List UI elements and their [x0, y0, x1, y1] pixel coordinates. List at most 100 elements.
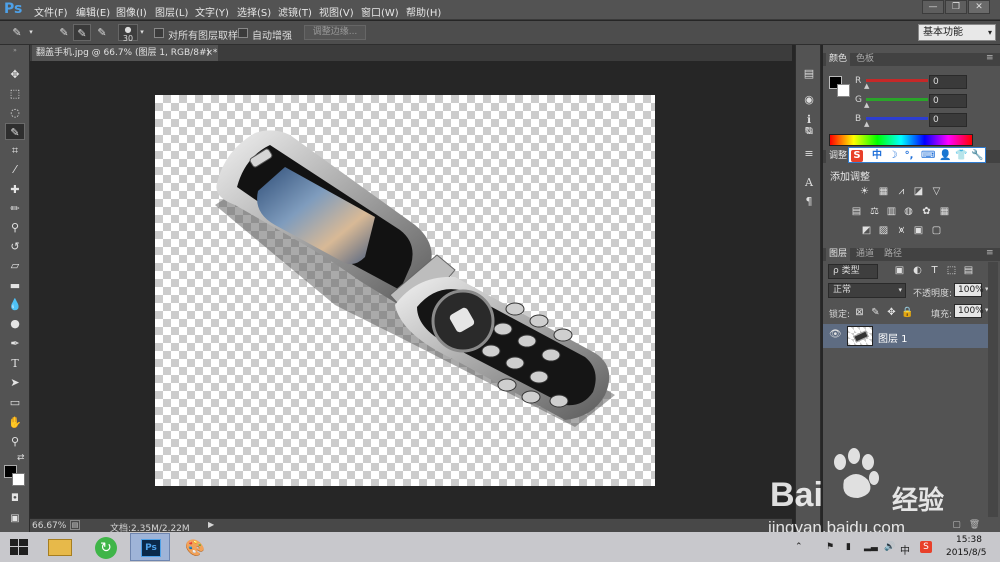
levels-adjustment-icon[interactable]: ▦: [877, 186, 890, 198]
brightness-adjustment-icon[interactable]: ☀: [858, 186, 871, 198]
paint-taskbar-button[interactable]: 🎨: [175, 533, 215, 561]
file-explorer-taskbar-button[interactable]: [40, 533, 80, 561]
gradient-tool-icon[interactable]: ▬: [5, 277, 25, 294]
toolbox-collapse-icon[interactable]: »: [5, 47, 25, 55]
tab-color[interactable]: 颜色: [826, 53, 851, 66]
taskbar-date[interactable]: 2015/8/5: [946, 548, 986, 558]
paragraph-panel-icon[interactable]: ¶: [800, 193, 818, 211]
marquee-tool-icon[interactable]: ⬚: [5, 85, 25, 102]
restore-button[interactable]: ❐: [945, 0, 967, 14]
lock-image-icon[interactable]: ✎: [869, 307, 882, 319]
document-canvas[interactable]: [155, 95, 655, 486]
layer-name[interactable]: 图层 1: [878, 330, 908, 345]
type-tool-icon[interactable]: T: [5, 355, 25, 372]
sogou-logo-icon[interactable]: S: [851, 150, 863, 162]
menu-select[interactable]: 选择(S): [237, 4, 271, 19]
fill-field[interactable]: 100%: [954, 304, 984, 318]
filter-smart-object-icon[interactable]: ▤: [962, 265, 975, 277]
ime-user-icon[interactable]: 👤: [939, 150, 951, 162]
layer-row[interactable]: 👁 图层 1: [823, 324, 988, 348]
ime-indicator[interactable]: 中: [900, 542, 910, 557]
tab-adjustments[interactable]: 调整: [826, 150, 851, 163]
ime-skin-icon[interactable]: 👕: [955, 150, 967, 162]
new-selection-icon[interactable]: ✎: [55, 24, 73, 41]
path-selection-tool-icon[interactable]: ➤: [5, 374, 25, 391]
document-tab[interactable]: 翻盖手机.jpg @ 66.7% (图层 1, RGB/8#) * ×: [32, 45, 218, 61]
hand-tool-icon[interactable]: ✋: [5, 414, 25, 431]
export-icon[interactable]: ▤: [70, 520, 80, 530]
minimize-button[interactable]: —: [922, 0, 944, 14]
menu-help[interactable]: 帮助(H): [406, 4, 441, 19]
blue-value-field[interactable]: 0: [929, 113, 967, 127]
crop-tool-icon[interactable]: ⌗: [5, 142, 25, 159]
actions-panel-icon[interactable]: ◉: [800, 91, 818, 109]
start-button[interactable]: [10, 539, 28, 555]
character-panel-icon[interactable]: A: [800, 174, 818, 192]
move-tool-icon[interactable]: ✥: [5, 66, 25, 83]
menu-layer[interactable]: 图层(L): [155, 4, 188, 19]
healing-brush-tool-icon[interactable]: ✚: [5, 181, 25, 198]
subtract-from-selection-icon[interactable]: ✎: [93, 24, 111, 41]
lock-position-icon[interactable]: ✥: [885, 307, 898, 319]
exposure-adjustment-icon[interactable]: ◪: [912, 186, 925, 198]
green-slider[interactable]: [866, 98, 928, 101]
hue-saturation-adjustment-icon[interactable]: ▤: [850, 206, 863, 218]
auto-enhance-checkbox[interactable]: [238, 28, 248, 38]
pen-tool-icon[interactable]: ✒: [5, 335, 25, 352]
swap-colors-icon[interactable]: ⇄: [17, 453, 25, 463]
refine-edge-button[interactable]: 调整边缘...: [304, 25, 366, 40]
brush-size-picker[interactable]: ● 30: [118, 24, 138, 43]
menu-view[interactable]: 视图(V): [319, 4, 354, 19]
blue-slider-handle-icon[interactable]: ▲: [864, 120, 869, 128]
clone-stamp-tool-icon[interactable]: ⚲: [5, 219, 25, 236]
blur-tool-icon[interactable]: 💧: [5, 296, 25, 313]
selective-color-adjustment-icon[interactable]: ▢: [930, 225, 943, 237]
invert-adjustment-icon[interactable]: ◩: [860, 225, 873, 237]
photo-filter-adjustment-icon[interactable]: ◍: [902, 206, 915, 218]
layer-filter-select[interactable]: ρ 类型: [828, 264, 878, 279]
gradient-map-adjustment-icon[interactable]: ▣: [912, 225, 925, 237]
eraser-tool-icon[interactable]: ▱: [5, 257, 25, 274]
browser-taskbar-button[interactable]: ↻: [86, 533, 126, 561]
green-slider-handle-icon[interactable]: ▲: [864, 101, 869, 109]
brush-dropdown-icon[interactable]: ▾: [138, 24, 146, 41]
history-panel-icon[interactable]: ▤: [800, 65, 818, 83]
history-brush-tool-icon[interactable]: ↺: [5, 238, 25, 255]
green-value-field[interactable]: 0: [929, 94, 967, 108]
quick-mask-icon[interactable]: ◘: [5, 490, 25, 507]
color-balance-adjustment-icon[interactable]: ⚖: [868, 206, 881, 218]
add-to-selection-icon[interactable]: ✎: [73, 24, 91, 41]
taskbar-time[interactable]: 15:38: [956, 535, 982, 545]
filter-type-icon[interactable]: T: [928, 265, 941, 277]
screen-mode-icon[interactable]: ▣: [5, 510, 25, 527]
menu-image[interactable]: 图像(I): [116, 4, 147, 19]
ime-punctuation-icon[interactable]: ☽: [887, 150, 899, 162]
blue-slider[interactable]: [866, 117, 928, 120]
volume-icon[interactable]: 🔊: [884, 542, 895, 552]
tray-expand-icon[interactable]: ⌃: [795, 542, 803, 552]
menu-type[interactable]: 文字(Y): [195, 4, 229, 19]
red-value-field[interactable]: 0: [929, 75, 967, 89]
color-panel-background-swatch[interactable]: [837, 84, 850, 97]
sogou-tray-icon[interactable]: S: [920, 541, 932, 553]
layers-panel-menu-icon[interactable]: ≡: [986, 248, 994, 258]
workspace-select[interactable]: 基本功能 ▾: [918, 24, 996, 41]
battery-icon[interactable]: ▮: [846, 542, 851, 552]
tab-channels[interactable]: 通道: [853, 248, 877, 261]
filter-adjustment-icon[interactable]: ◐: [911, 265, 924, 277]
network-icon[interactable]: ▂▃: [864, 542, 878, 552]
ime-chinese-mode-icon[interactable]: 中: [871, 150, 883, 162]
rectangle-tool-icon[interactable]: ▭: [5, 394, 25, 411]
ime-keyboard-icon[interactable]: ⌨: [921, 150, 935, 162]
black-white-adjustment-icon[interactable]: ▥: [885, 206, 898, 218]
tab-swatches[interactable]: 色板: [853, 53, 877, 66]
quick-selection-tool-icon[interactable]: ✎: [5, 123, 25, 140]
action-center-icon[interactable]: ⚑: [826, 542, 834, 552]
tab-layers[interactable]: 图层: [826, 248, 851, 261]
photoshop-taskbar-button[interactable]: Ps: [130, 533, 170, 561]
status-menu-arrow-icon[interactable]: ▶: [208, 520, 214, 529]
close-button[interactable]: ✕: [968, 0, 990, 14]
menu-file[interactable]: 文件(F): [34, 4, 68, 19]
curves-adjustment-icon[interactable]: ⩘: [895, 186, 908, 198]
panel-menu-icon[interactable]: ≡: [986, 53, 994, 63]
